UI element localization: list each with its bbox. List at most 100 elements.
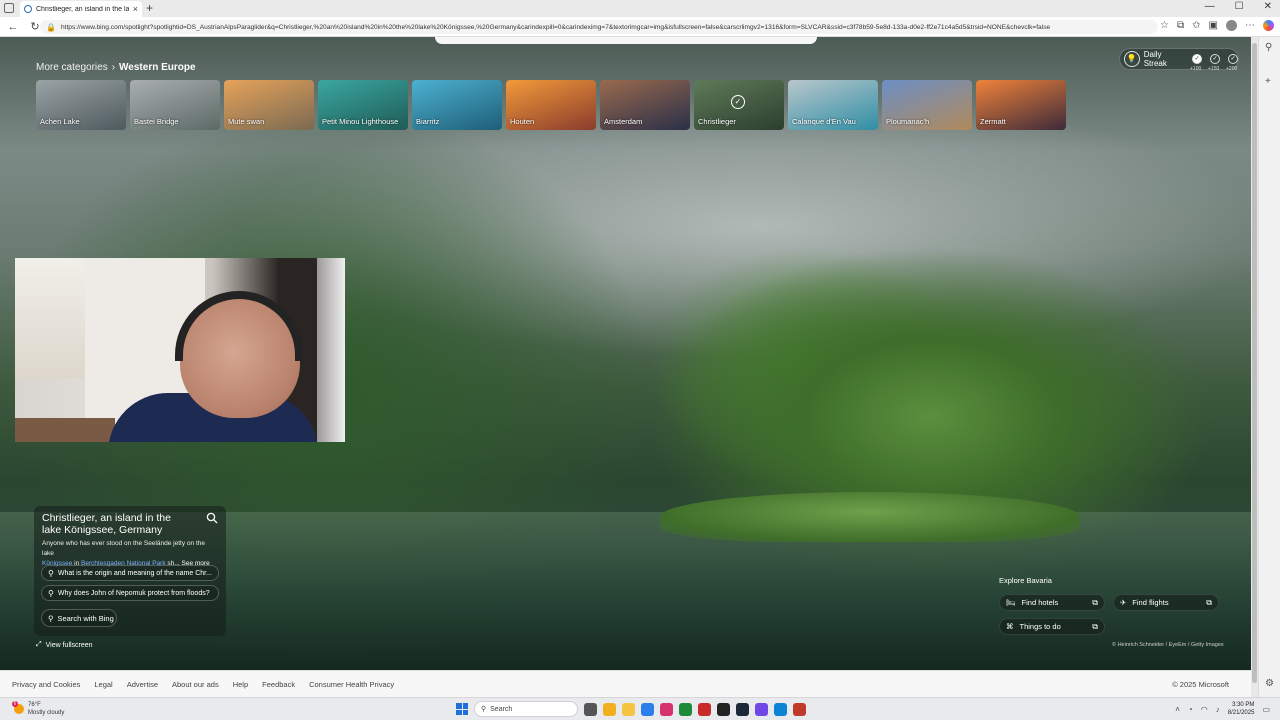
back-icon[interactable]: ← <box>4 21 22 33</box>
taskbar-search-label: Search <box>490 705 513 713</box>
carousel-card[interactable]: Zermatt <box>976 80 1066 130</box>
question-button-1[interactable]: ⚲ What is the origin and meaning of the … <box>41 565 219 581</box>
steam-icon[interactable] <box>736 702 749 716</box>
url-field[interactable]: 🔒 https://www.bing.com/spotlight?spotlig… <box>40 20 1158 34</box>
favorites-icon[interactable]: ✩ <box>1192 20 1200 31</box>
app-icon[interactable] <box>660 702 673 716</box>
chrome-icon[interactable] <box>603 702 616 716</box>
footer-link[interactable]: About our ads <box>172 680 219 689</box>
footer-link[interactable]: Privacy and Cookies <box>12 680 80 689</box>
question-label-2: Why does John of Nepomuk protect from fl… <box>57 589 210 597</box>
clock[interactable]: 3:30 PM 8/21/2025 <box>1228 701 1255 717</box>
footer-link[interactable]: Legal <box>94 680 112 689</box>
maximize-icon[interactable]: ☐ <box>1235 1 1244 12</box>
carousel-card[interactable]: Mute swan <box>224 80 314 130</box>
app-icon[interactable] <box>755 702 768 716</box>
footer-link[interactable]: Help <box>233 680 248 689</box>
search-box-edge[interactable] <box>435 37 817 44</box>
profile-avatar[interactable] <box>1226 20 1237 31</box>
question-button-2[interactable]: ⚲ Why does John of Nepomuk protect from … <box>41 585 219 601</box>
footer-link[interactable]: Consumer Health Privacy <box>309 680 394 689</box>
notifications-icon[interactable]: ▭ <box>1262 705 1270 714</box>
image-carousel: Achen Lake Bastei Bridge Mute swan Petit Mi… <box>36 80 1066 130</box>
things-to-do-button[interactable]: ⌘ Things to do ⧉ <box>999 618 1105 635</box>
footer-link[interactable]: Advertise <box>127 680 158 689</box>
sidebar-toggle-icon[interactable] <box>4 3 14 13</box>
binoculars-icon: ⌘ <box>1006 622 1014 631</box>
epic-games-icon[interactable] <box>717 702 730 716</box>
footer-link[interactable]: Feedback <box>262 680 295 689</box>
edge-sidebar: ⚲ + ⚙ <box>1258 37 1280 697</box>
desc-prefix: Anyone who has ever stood on the Seeländ… <box>42 540 205 557</box>
island-shape <box>660 492 1080 542</box>
task-view-icon[interactable] <box>584 702 597 716</box>
collections-icon[interactable]: ▣ <box>1209 20 1218 31</box>
close-tab-icon[interactable]: × <box>133 4 138 14</box>
breadcrumb-current: Western Europe <box>119 62 196 73</box>
carousel-card[interactable]: Houten <box>506 80 596 130</box>
weather-widget[interactable]: 6 76°F Mostly cloudy <box>12 701 64 717</box>
carousel-card-label: Houten <box>510 117 535 126</box>
browser-tab[interactable]: Christlieger, an island in the lake × <box>20 1 142 17</box>
weather-sun-icon: 6 <box>12 701 24 714</box>
streak-points-1: +100 <box>1190 66 1202 72</box>
external-link-icon: ⧉ <box>1092 597 1098 607</box>
weather-temp: 76°F <box>28 702 41 708</box>
carousel-card[interactable]: Amsterdam <box>600 80 690 130</box>
search-icon[interactable]: ⚲ <box>1265 43 1275 53</box>
carousel-card[interactable]: Bastei Bridge <box>130 80 220 130</box>
close-window-icon[interactable]: ✕ <box>1264 1 1272 12</box>
new-tab-icon[interactable]: + <box>146 1 153 15</box>
things-to-do-label: Things to do <box>1019 622 1061 631</box>
carousel-card[interactable]: Ploumanac'h <box>882 80 972 130</box>
scrollbar[interactable] <box>1251 37 1258 697</box>
favorite-star-icon[interactable]: ☆ <box>1160 20 1169 31</box>
app-icon[interactable] <box>641 702 654 716</box>
network-icon[interactable]: ◔ <box>1188 705 1193 714</box>
more-menu-icon[interactable]: ⋯ <box>1245 20 1255 31</box>
external-link-icon: ⧉ <box>1206 597 1212 607</box>
file-explorer-icon[interactable] <box>622 702 635 716</box>
carousel-card[interactable]: Calanque d'En Vau <box>788 80 878 130</box>
start-windows-icon[interactable] <box>456 703 468 715</box>
copilot-icon[interactable] <box>1263 20 1274 31</box>
minimize-icon[interactable]: — <box>1205 1 1215 12</box>
carousel-card[interactable]: Achen Lake <box>36 80 126 130</box>
external-link-icon: ⧉ <box>1092 621 1098 631</box>
add-icon[interactable]: + <box>1265 77 1275 87</box>
windows-taskbar: 6 76°F Mostly cloudy ⚲ Search ˄ ◔ ◠ ♪ 3:… <box>0 697 1280 720</box>
clock-time: 3:30 PM <box>1232 702 1255 708</box>
app-icon[interactable] <box>698 702 711 716</box>
daily-streak[interactable]: 💡 Daily Streak ✓ +100 ✓ +150 ✓ +200 <box>1119 48 1239 72</box>
address-bar: ← ↻ 🔒 https://www.bing.com/spotlight?spo… <box>0 17 1280 37</box>
carousel-card[interactable]: Biarritz <box>412 80 502 130</box>
streak-step-2: ✓ +150 <box>1208 54 1220 72</box>
carousel-card[interactable]: ✓ Christlieger <box>694 80 784 130</box>
find-flights-button[interactable]: ✈ Find flights ⧉ <box>1113 594 1219 611</box>
breadcrumb-parent[interactable]: More categories <box>36 62 108 73</box>
page-footer: Privacy and Cookies Legal Advertise About o… <box>0 670 1251 697</box>
settings-icon[interactable]: ⚙ <box>1265 679 1275 689</box>
carousel-card-label: Biarritz <box>416 117 440 126</box>
search-icon[interactable] <box>206 512 218 524</box>
carousel-card[interactable]: Petit Minou Lighthouse <box>318 80 408 130</box>
search-icon: ⚲ <box>48 613 54 623</box>
extensions-icon[interactable]: ⧉ <box>1177 20 1184 31</box>
wifi-icon[interactable]: ◠ <box>1201 705 1208 714</box>
carousel-card-label: Ploumanac'h <box>886 117 930 126</box>
carousel-card-label: Petit Minou Lighthouse <box>322 117 399 126</box>
expand-icon: ⤢ <box>36 641 42 648</box>
search-with-bing-label: Search with Bing <box>57 613 114 623</box>
volume-icon[interactable]: ♪ <box>1216 705 1220 714</box>
taskbar-search[interactable]: ⚲ Search <box>474 701 578 717</box>
app-icon[interactable] <box>793 702 806 716</box>
url-text: https://www.bing.com/spotlight?spotlight… <box>60 23 1051 31</box>
find-hotels-button[interactable]: 🛏 Find hotels ⧉ <box>999 594 1105 611</box>
view-fullscreen-button[interactable]: ⤢ View fullscreen <box>36 641 93 649</box>
explore-heading: Explore Bavaria <box>999 576 1052 585</box>
carousel-card-label: Amsterdam <box>604 117 643 126</box>
excel-icon[interactable] <box>679 702 692 716</box>
search-with-bing-button[interactable]: ⚲ Search with Bing <box>41 609 117 627</box>
edge-icon[interactable] <box>774 702 787 716</box>
chevron-up-icon[interactable]: ˄ <box>1175 705 1180 714</box>
